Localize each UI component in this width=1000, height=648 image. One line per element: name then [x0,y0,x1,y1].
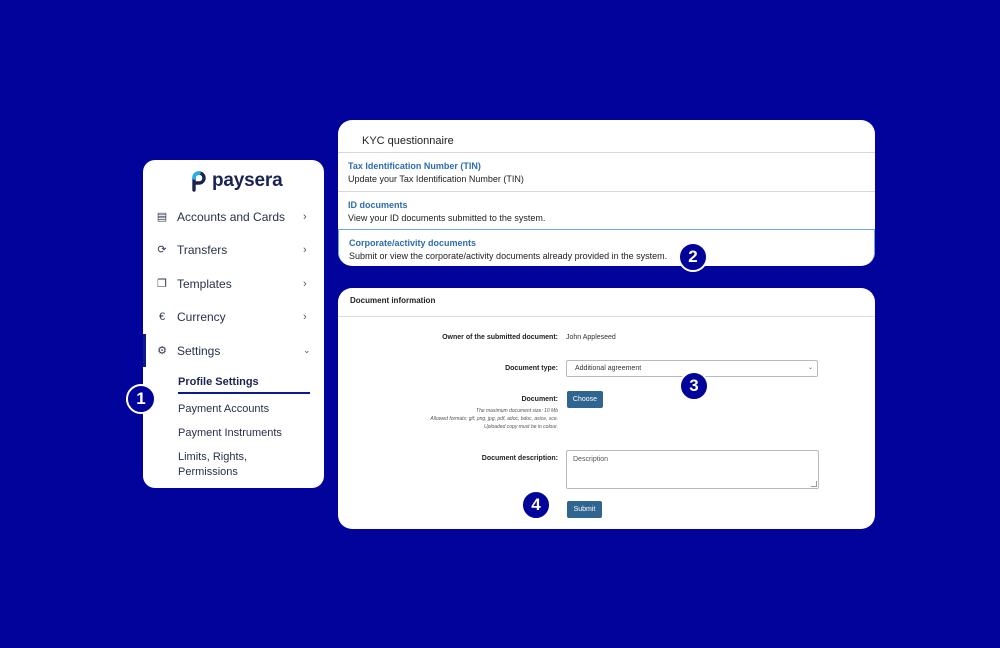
kyc-row-title[interactable]: Tax Identification Number (TIN) [348,161,481,171]
submenu-item-payment-accounts[interactable]: Payment Accounts [178,402,269,417]
sidebar-menu: paysera ▤ Accounts and Cards › ⟳ Transfe… [143,160,324,488]
document-hint-colour: Uploaded copy must be in colour. [483,424,558,430]
kyc-row-corporate-documents[interactable]: Corporate/activity documents Submit or v… [338,229,875,266]
description-placeholder: Description [573,456,609,463]
chevron-right-icon: › [303,243,307,256]
document-description-input[interactable]: Description [566,450,819,489]
submenu-active-underline [178,392,310,394]
euro-icon: € [158,310,166,323]
owner-label: Owner of the submitted document: [442,334,558,341]
sidebar-item-label: Templates [177,276,232,291]
sidebar-item-label: Currency [177,309,226,324]
submenu-item-profile-settings[interactable]: Profile Settings [178,375,259,390]
divider [338,316,875,317]
kyc-row-description: View your ID documents submitted to the … [348,213,546,223]
copy-icon: ❐ [157,278,167,290]
chevron-right-icon: › [303,310,307,323]
kyc-title: KYC questionnaire [362,135,454,147]
document-information-card: Document information Owner of the submit… [338,288,875,529]
gear-icon: ⚙ [157,345,167,357]
owner-value: John Appleseed [566,334,616,341]
kyc-row-description: Update your Tax Identification Number (T… [348,174,524,184]
kyc-questionnaire-card: KYC questionnaire Tax Identification Num… [338,120,875,266]
step-badge-2: 2 [678,242,708,272]
submenu-item-label-line1: Limits, Rights, [178,451,248,463]
submenu-item-payment-instruments[interactable]: Payment Instruments [178,426,282,441]
submenu-item-label-line2: Permissions [178,466,238,478]
step-badge-1: 1 [126,384,156,414]
sidebar-item-accounts-and-cards[interactable]: ▤ Accounts and Cards › [143,200,324,233]
document-hint-formats: Allowed formats: gif, png, jpg, pdf, ado… [430,416,558,422]
submit-button[interactable]: Submit [567,501,602,518]
sidebar-item-label: Transfers [177,242,228,257]
document-label: Document: [521,396,558,403]
step-badge-4: 4 [521,490,551,520]
document-description-label: Document description: [481,455,558,462]
brand-name: paysera [212,170,283,191]
sidebar-item-settings[interactable]: ⚙ Settings ⌄ [143,334,324,367]
paysera-logo-icon [192,171,206,192]
chevron-down-icon: ⌄ [807,365,813,371]
kyc-row-description: Submit or view the corporate/activity do… [349,251,668,261]
kyc-row-title[interactable]: ID documents [348,200,408,210]
chevron-down-icon: ⌄ [303,345,311,355]
chevron-right-icon: › [303,277,307,290]
chevron-right-icon: › [303,210,307,223]
document-type-value: Additional agreement [575,365,642,372]
document-form-title: Document information [350,296,436,305]
sidebar-item-label: Accounts and Cards [177,209,286,224]
document-type-label: Document type: [505,365,558,372]
kyc-row-tin[interactable]: Tax Identification Number (TIN) Update y… [338,153,875,191]
step-badge-3: 3 [679,371,709,401]
document-hint-size: The maximum document size: 10 Mb [476,408,558,414]
kyc-row-id-documents[interactable]: ID documents View your ID documents subm… [338,192,875,230]
sidebar-item-label: Settings [177,343,221,358]
sidebar-item-transfers[interactable]: ⟳ Transfers › [143,233,324,266]
paysera-logo[interactable]: paysera [190,169,283,193]
kyc-row-title[interactable]: Corporate/activity documents [349,238,476,248]
resize-handle-icon[interactable] [811,481,817,487]
sidebar-item-templates[interactable]: ❐ Templates › [143,267,324,300]
choose-file-button[interactable]: Choose [567,391,603,408]
submenu-item-limits-rights-permissions[interactable]: Limits, Rights, Permissions [178,450,247,480]
sidebar-item-currency[interactable]: € Currency › [143,300,324,333]
transfer-icon: ⟳ [157,244,167,256]
cards-icon: ▤ [156,211,168,223]
